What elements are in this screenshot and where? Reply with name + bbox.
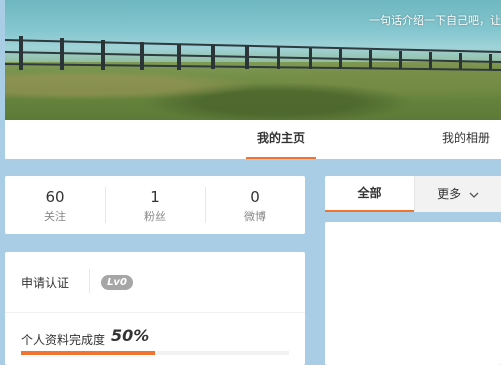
tab-more-label: 更多 xyxy=(437,187,462,201)
profile-completion-bar xyxy=(21,351,289,355)
stat-weibo-label: 微博 xyxy=(244,210,266,223)
stat-followers-value: 1 xyxy=(150,188,160,206)
profile-bio[interactable]: 一句话介绍一下自己吧，让 xyxy=(369,12,501,28)
feed-content xyxy=(325,222,501,365)
profile-completion-fill xyxy=(21,351,155,355)
chevron-down-icon xyxy=(469,192,479,198)
divider xyxy=(5,312,305,313)
stat-weibo[interactable]: 0 微博 xyxy=(205,176,305,234)
tab-my-homepage[interactable]: 我的主页 xyxy=(246,120,316,159)
apply-verify-link[interactable]: 申请认证 xyxy=(21,274,69,291)
stats-card: 60 关注 1 粉丝 0 微博 xyxy=(5,176,305,234)
tab-my-album[interactable]: 我的相册 xyxy=(431,120,501,159)
stat-following-label: 关注 xyxy=(44,210,66,223)
stat-followers[interactable]: 1 粉丝 xyxy=(105,176,205,234)
verify-card: 申请认证 Lv0 个人资料完成度 50% xyxy=(5,252,305,365)
stat-weibo-value: 0 xyxy=(250,188,260,206)
level-badge[interactable]: Lv0 xyxy=(101,275,133,290)
tab-all[interactable]: 全部 xyxy=(325,176,414,212)
cover-banner: 一句话介绍一下自己吧，让 xyxy=(5,0,501,120)
stat-followers-label: 粉丝 xyxy=(144,210,166,223)
divider xyxy=(89,269,90,293)
profile-nav: 我的主页 我的相册 xyxy=(5,120,501,159)
profile-completion-value: 50% xyxy=(111,326,150,345)
stat-following[interactable]: 60 关注 xyxy=(5,176,105,234)
stat-following-value: 60 xyxy=(45,188,65,206)
feed-tabs: 全部 更多 xyxy=(325,176,501,212)
tab-more[interactable]: 更多 xyxy=(414,176,501,212)
profile-completion-label: 个人资料完成度 xyxy=(21,333,106,347)
